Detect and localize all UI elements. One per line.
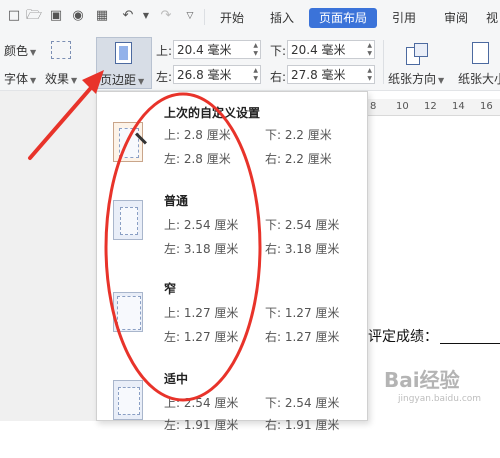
grade-underline: [440, 343, 500, 344]
paper-size-label: 纸张大小: [458, 72, 500, 86]
bottom-margin-value: 20.4 毫米: [291, 43, 346, 57]
right-margin-value: 27.8 毫米: [291, 68, 346, 82]
spinner-icon[interactable]: ▲ ▼: [367, 67, 372, 83]
ruler-number: 8: [370, 101, 377, 112]
tab-view[interactable]: 视: [484, 8, 500, 28]
page-border-icon[interactable]: [51, 41, 71, 59]
bottom-margin-field[interactable]: 20.4 毫米 ▲ ▼: [287, 40, 375, 59]
preset-right: 右: 1.91 厘米: [265, 418, 340, 432]
watermark-text: Bai经验: [384, 368, 460, 392]
tab-page-layout[interactable]: 页面布局: [309, 8, 377, 28]
print-preview-icon[interactable]: ◉: [70, 8, 86, 24]
spinner-icon[interactable]: ▲ ▼: [253, 42, 258, 58]
top-margin-label: 上:: [156, 44, 173, 58]
tab-bar: □ 🗁 ▣ ◉ ▦ ↶ ▼ ↷ ▽ 开始 插入 页面布局 引用 审阅 视: [0, 0, 500, 34]
quick-access-more-icon[interactable]: ▽: [182, 8, 198, 24]
chevron-down-icon: ▼: [30, 48, 37, 57]
right-margin-field[interactable]: 27.8 毫米 ▲ ▼: [287, 65, 375, 84]
orientation-label: 纸张方向: [388, 72, 437, 86]
tab-home[interactable]: 开始: [216, 8, 248, 28]
annotation-ellipse: [104, 92, 262, 402]
new-document-icon[interactable]: □: [6, 8, 22, 24]
right-margin-label: 右:: [270, 70, 287, 84]
preset-bottom: 下: 2.2 厘米: [265, 128, 332, 142]
horizontal-ruler[interactable]: 8 10 12 14 16: [350, 99, 500, 116]
print-icon[interactable]: ▦: [94, 8, 110, 24]
watermark-subtext: jingyan.baidu.com: [398, 394, 482, 404]
paper-size-icon: [472, 42, 489, 64]
grade-text: 评定成绩：: [368, 329, 438, 345]
spinner-icon[interactable]: ▲ ▼: [253, 67, 258, 83]
tab-insert[interactable]: 插入: [266, 8, 298, 28]
theme-color-button[interactable]: 颜色 ▼: [4, 42, 36, 59]
save-icon[interactable]: ▣: [48, 8, 64, 24]
preset-bottom: 下: 2.54 厘米: [265, 218, 340, 232]
preset-right: 右: 2.2 厘米: [265, 152, 332, 166]
ruler-number: 14: [452, 101, 465, 112]
left-margin-value: 26.8 毫米: [177, 68, 232, 82]
left-margin-label: 左:: [156, 70, 173, 84]
margin-icon: [115, 42, 132, 64]
ruler-number: 12: [424, 101, 437, 112]
bottom-margin-label: 下:: [270, 44, 287, 58]
baidu-watermark: Bai经验 jingyan.baidu.com: [380, 360, 500, 416]
preset-bottom: 下: 1.27 厘米: [265, 306, 340, 320]
paper-size-button[interactable]: 纸张大小: [452, 37, 500, 89]
preset-right: 右: 1.27 厘米: [265, 330, 340, 344]
top-margin-field[interactable]: 20.4 毫米 ▲ ▼: [173, 40, 261, 59]
left-margin-field[interactable]: 26.8 毫米 ▲ ▼: [173, 65, 261, 84]
preset-right: 右: 3.18 厘米: [265, 242, 340, 256]
ruler-number: 10: [396, 101, 409, 112]
spinner-icon[interactable]: ▲ ▼: [367, 42, 372, 58]
chevron-down-icon: ▼: [438, 76, 445, 85]
orientation-icon: [406, 43, 428, 65]
redo-icon[interactable]: ↷: [158, 8, 174, 24]
tab-review[interactable]: 审阅: [440, 8, 472, 28]
open-folder-icon[interactable]: 🗁: [26, 8, 42, 24]
color-label: 颜色: [4, 44, 29, 58]
tab-references[interactable]: 引用: [388, 8, 420, 28]
top-margin-value: 20.4 毫米: [177, 43, 232, 57]
undo-icon[interactable]: ↶: [120, 8, 136, 24]
ruler-number: 16: [480, 101, 493, 112]
preset-bottom: 下: 2.54 厘米: [265, 396, 340, 410]
preset-left: 左: 1.91 厘米: [164, 418, 239, 432]
chevron-down-icon: ▼: [138, 77, 145, 86]
annotation-arrow: [28, 70, 104, 160]
orientation-button[interactable]: 纸张方向 ▼: [386, 37, 446, 89]
undo-dropdown-icon[interactable]: ▼: [138, 8, 154, 24]
